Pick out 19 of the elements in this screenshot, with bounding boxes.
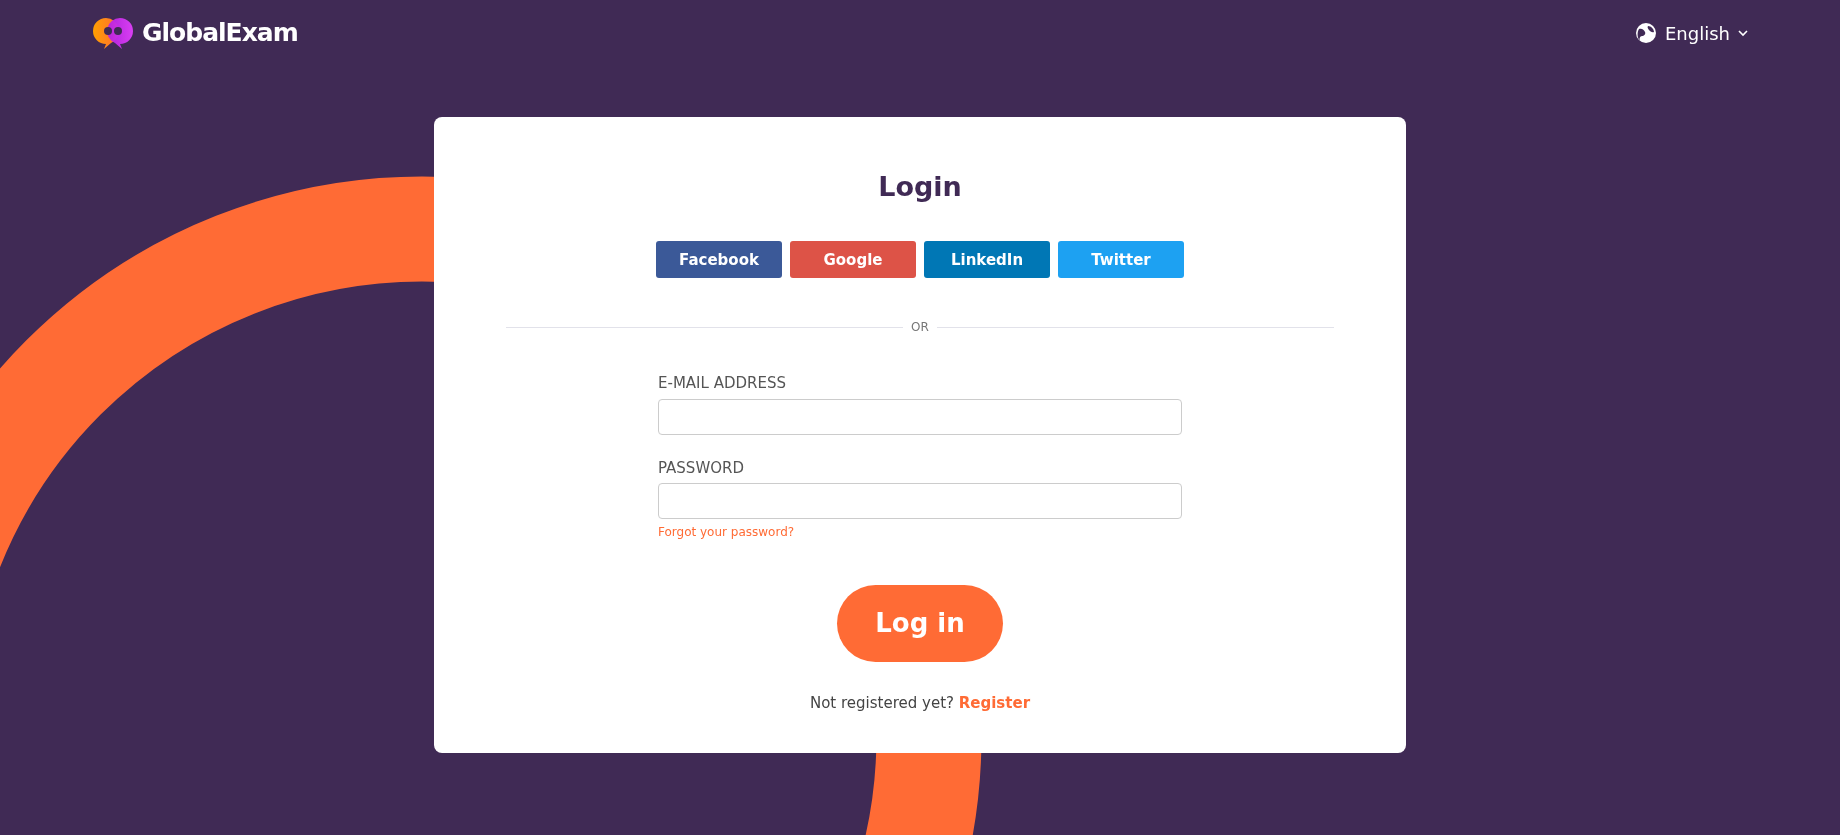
- forgot-password-link[interactable]: Forgot your password?: [658, 523, 795, 542]
- login-title: Login: [877, 171, 963, 204]
- language-selector[interactable]: English: [1635, 19, 1748, 47]
- social-login-button[interactable]: Facebook: [656, 241, 782, 279]
- divider-label: OR: [911, 319, 929, 337]
- field-label: PASSWORD: [658, 457, 745, 479]
- register-link[interactable]: Register: [958, 694, 1031, 713]
- globe-icon: [1635, 22, 1657, 44]
- input-field[interactable]: [658, 398, 1182, 435]
- field-label: E-MAIL ADDRESS: [658, 373, 787, 395]
- login-button[interactable]: Log in: [837, 585, 1003, 663]
- chevron-down-icon: [1738, 29, 1748, 37]
- brand-name: GlobalExam: [142, 17, 298, 50]
- logo-icon: [92, 16, 134, 50]
- social-login-button[interactable]: LinkedIn: [924, 241, 1050, 279]
- input-field[interactable]: [658, 483, 1182, 520]
- register-prompt: Not registered yet? Register: [808, 693, 1032, 715]
- social-login-button[interactable]: Google: [790, 241, 916, 279]
- social-login-button[interactable]: Twitter: [1058, 241, 1184, 279]
